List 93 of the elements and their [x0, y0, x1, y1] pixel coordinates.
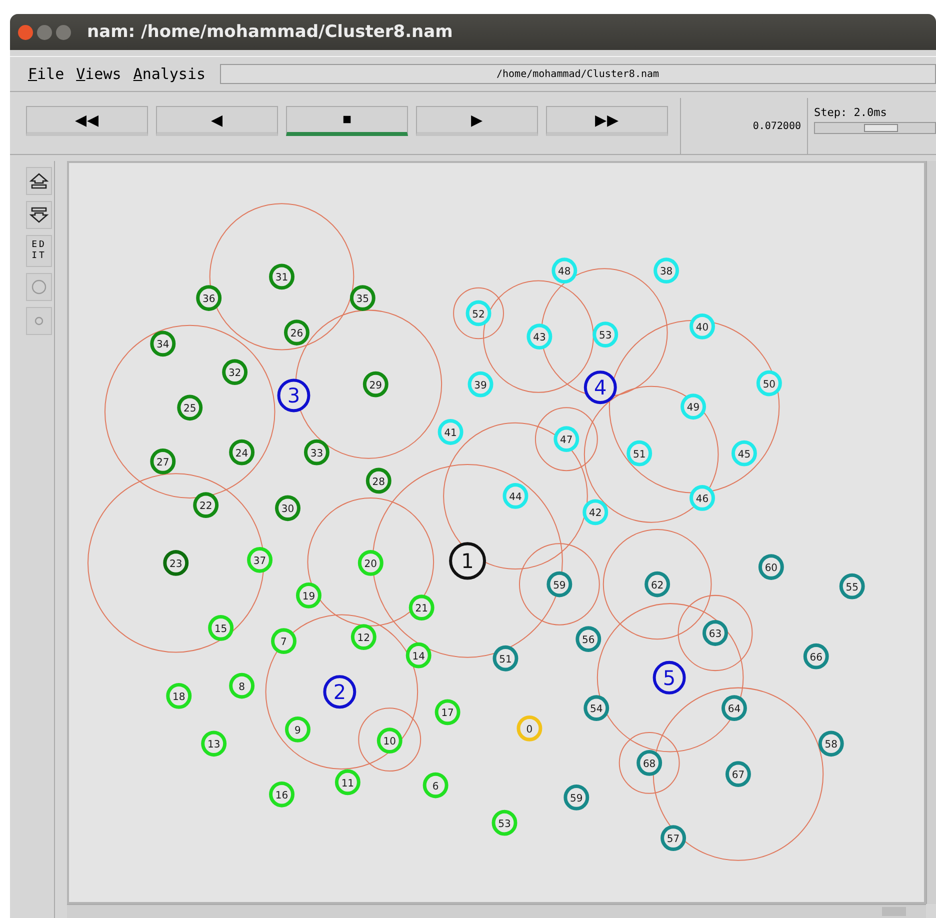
menu-item[interactable]: Analysis [133, 65, 206, 83]
sensor-node[interactable]: 63 [702, 620, 728, 646]
sensor-node[interactable]: 45 [731, 440, 757, 466]
sensor-node[interactable]: 41 [438, 419, 464, 445]
sensor-node[interactable]: 12 [350, 624, 376, 650]
edit-button[interactable]: EDIT [28, 236, 50, 266]
sensor-node[interactable]: 51 [626, 440, 652, 466]
sensor-node[interactable]: 19 [296, 582, 322, 608]
circle-icon[interactable] [34, 316, 44, 326]
sensor-node[interactable]: 36 [196, 285, 222, 311]
sensor-node[interactable]: 15 [208, 615, 234, 641]
sensor-node[interactable]: 42 [582, 499, 608, 526]
sensor-node[interactable]: 8 [229, 672, 255, 699]
circle-icon[interactable] [31, 278, 47, 295]
menu-item[interactable]: Views [76, 65, 122, 83]
sensor-node[interactable]: 35 [350, 285, 376, 311]
sensor-node[interactable]: 7 [271, 628, 296, 654]
sensor-node[interactable]: 47 [554, 426, 580, 452]
sensor-node[interactable]: 39 [468, 371, 494, 398]
maximize-button[interactable] [56, 24, 71, 40]
zoom-out-icon[interactable] [29, 207, 49, 223]
cluster-head-node[interactable]: 2 [323, 675, 356, 709]
transport-button[interactable]: ■ [286, 106, 408, 136]
vertical-scrollbar[interactable] [926, 161, 936, 904]
sensor-node[interactable]: 56 [576, 626, 602, 652]
sensor-node[interactable]: 46 [690, 485, 715, 511]
transport-button[interactable]: ▶ [416, 106, 538, 136]
cluster-head-node[interactable]: 3 [277, 378, 310, 412]
sensor-node[interactable]: 14 [406, 642, 432, 668]
time-display: 0.072000 [680, 98, 808, 154]
sensor-node[interactable]: 51 [492, 645, 518, 672]
sensor-node[interactable]: 58 [818, 730, 844, 757]
trace-file-path: /home/mohammad/Cluster8.nam [220, 64, 936, 84]
sensor-node[interactable]: 11 [334, 769, 360, 796]
cluster-head-node[interactable]: 1 [449, 542, 486, 580]
sensor-node[interactable]: 23 [163, 550, 189, 576]
sensor-node[interactable]: 32 [222, 359, 248, 386]
sensor-node[interactable]: 0 [516, 715, 542, 742]
transport-button[interactable]: ◀◀ [26, 106, 148, 136]
transport-button[interactable]: ▶▶ [546, 106, 668, 136]
sensor-node[interactable]: 18 [166, 683, 192, 709]
menu-item[interactable]: File [28, 65, 64, 83]
sensor-node[interactable]: 16 [269, 781, 294, 808]
sensor-node[interactable]: 13 [201, 730, 227, 757]
sensor-node[interactable]: 59 [564, 784, 590, 810]
sensor-node[interactable]: 28 [366, 468, 392, 494]
sensor-node[interactable]: 40 [690, 314, 715, 340]
sensor-node[interactable]: 38 [654, 258, 680, 284]
sensor-node[interactable]: 6 [422, 772, 448, 798]
step-slider-thumb[interactable] [864, 124, 898, 132]
step-label: Step: 2.0ms [814, 106, 888, 119]
horizontal-scrollbar[interactable] [67, 904, 926, 918]
sensor-node[interactable]: 66 [803, 643, 829, 670]
sensor-node[interactable]: 21 [408, 594, 434, 621]
sensor-node[interactable]: 34 [150, 330, 176, 357]
sensor-node[interactable]: 27 [150, 448, 176, 474]
sensor-node[interactable]: 24 [229, 439, 255, 466]
sensor-node[interactable]: 50 [756, 370, 782, 396]
cluster-head-node[interactable]: 4 [584, 370, 617, 404]
sensor-node[interactable]: 30 [275, 495, 300, 522]
sensor-node[interactable]: 33 [304, 439, 330, 466]
sensor-node[interactable]: 48 [552, 258, 578, 284]
sensor-node[interactable]: 22 [193, 492, 219, 518]
sensor-node[interactable]: 29 [362, 371, 388, 398]
sensor-node[interactable]: 9 [284, 716, 310, 742]
sensor-node[interactable]: 64 [721, 695, 747, 722]
sensor-node[interactable]: 54 [584, 695, 610, 722]
sensor-node[interactable]: 62 [644, 571, 670, 598]
sensor-node[interactable]: 26 [284, 320, 310, 346]
sensor-node[interactable]: 68 [636, 750, 662, 776]
window-title: nam: /home/mohammad/Cluster8.nam [87, 22, 453, 42]
sensor-node[interactable]: 37 [247, 546, 273, 573]
transport-button[interactable]: ◀ [156, 106, 278, 136]
sensor-node[interactable]: 25 [177, 394, 203, 421]
sensor-node[interactable]: 49 [680, 394, 706, 420]
sensor-node[interactable]: 20 [358, 550, 384, 576]
cluster-head-node[interactable]: 5 [652, 660, 686, 694]
sensor-node[interactable]: 53 [592, 322, 618, 348]
sensor-node[interactable]: 44 [502, 483, 528, 509]
zoom-in-icon[interactable] [29, 173, 49, 189]
sensor-node[interactable]: 57 [660, 825, 686, 851]
sensor-node[interactable]: 67 [725, 761, 751, 788]
sensor-node[interactable]: 59 [546, 571, 572, 598]
sensor-node[interactable]: 31 [269, 264, 294, 290]
sensor-node[interactable]: 53 [492, 810, 518, 836]
sensor-node[interactable]: 55 [839, 573, 865, 600]
minimize-button[interactable] [37, 24, 52, 40]
sensor-node[interactable]: 43 [526, 324, 552, 350]
sensor-node[interactable]: 60 [758, 554, 784, 580]
sensor-node[interactable]: 10 [376, 728, 402, 754]
sensor-node[interactable]: 52 [466, 300, 492, 326]
sensor-node[interactable]: 17 [434, 699, 460, 726]
close-button[interactable] [18, 24, 33, 40]
